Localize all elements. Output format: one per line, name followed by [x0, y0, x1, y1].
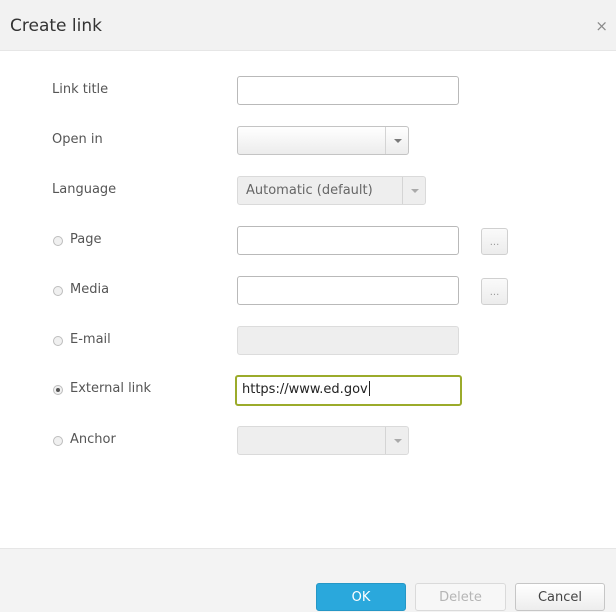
anchor-select[interactable]	[237, 426, 409, 455]
external-link-value: https://www.ed.gov	[242, 382, 368, 397]
email-input[interactable]	[237, 326, 459, 355]
chevron-down-icon	[385, 427, 408, 454]
media-radio[interactable]	[53, 286, 63, 296]
page-label: Page	[70, 232, 102, 247]
open-in-select[interactable]	[237, 126, 409, 155]
link-title-input[interactable]	[237, 76, 459, 105]
page-input[interactable]	[237, 226, 459, 255]
language-label: Language	[52, 182, 117, 197]
email-label: E-mail	[70, 332, 111, 347]
text-cursor	[368, 381, 370, 396]
cancel-button[interactable]: Cancel	[515, 583, 605, 611]
delete-button[interactable]: Delete	[415, 583, 506, 611]
link-title-label: Link title	[52, 82, 109, 97]
language-value: Automatic (default)	[246, 183, 373, 198]
ok-button[interactable]: OK	[316, 583, 406, 611]
page-radio[interactable]	[53, 236, 63, 246]
open-in-label: Open in	[52, 132, 103, 147]
external-link-input[interactable]: https://www.ed.gov	[235, 375, 462, 406]
anchor-label: Anchor	[70, 432, 116, 447]
external-link-radio[interactable]	[53, 385, 63, 395]
external-link-label: External link	[70, 381, 152, 396]
dialog-title: Create link	[10, 16, 102, 36]
close-icon[interactable]: ×	[595, 19, 608, 34]
page-browse-button[interactable]: ...	[481, 228, 508, 255]
dialog-header: Create link ×	[0, 0, 616, 51]
email-radio[interactable]	[53, 336, 63, 346]
media-input[interactable]	[237, 276, 459, 305]
media-browse-button[interactable]: ...	[481, 278, 508, 305]
chevron-down-icon	[385, 127, 408, 154]
media-label: Media	[70, 282, 110, 297]
anchor-radio[interactable]	[53, 436, 63, 446]
chevron-down-icon	[402, 177, 425, 204]
language-select[interactable]: Automatic (default)	[237, 176, 426, 205]
